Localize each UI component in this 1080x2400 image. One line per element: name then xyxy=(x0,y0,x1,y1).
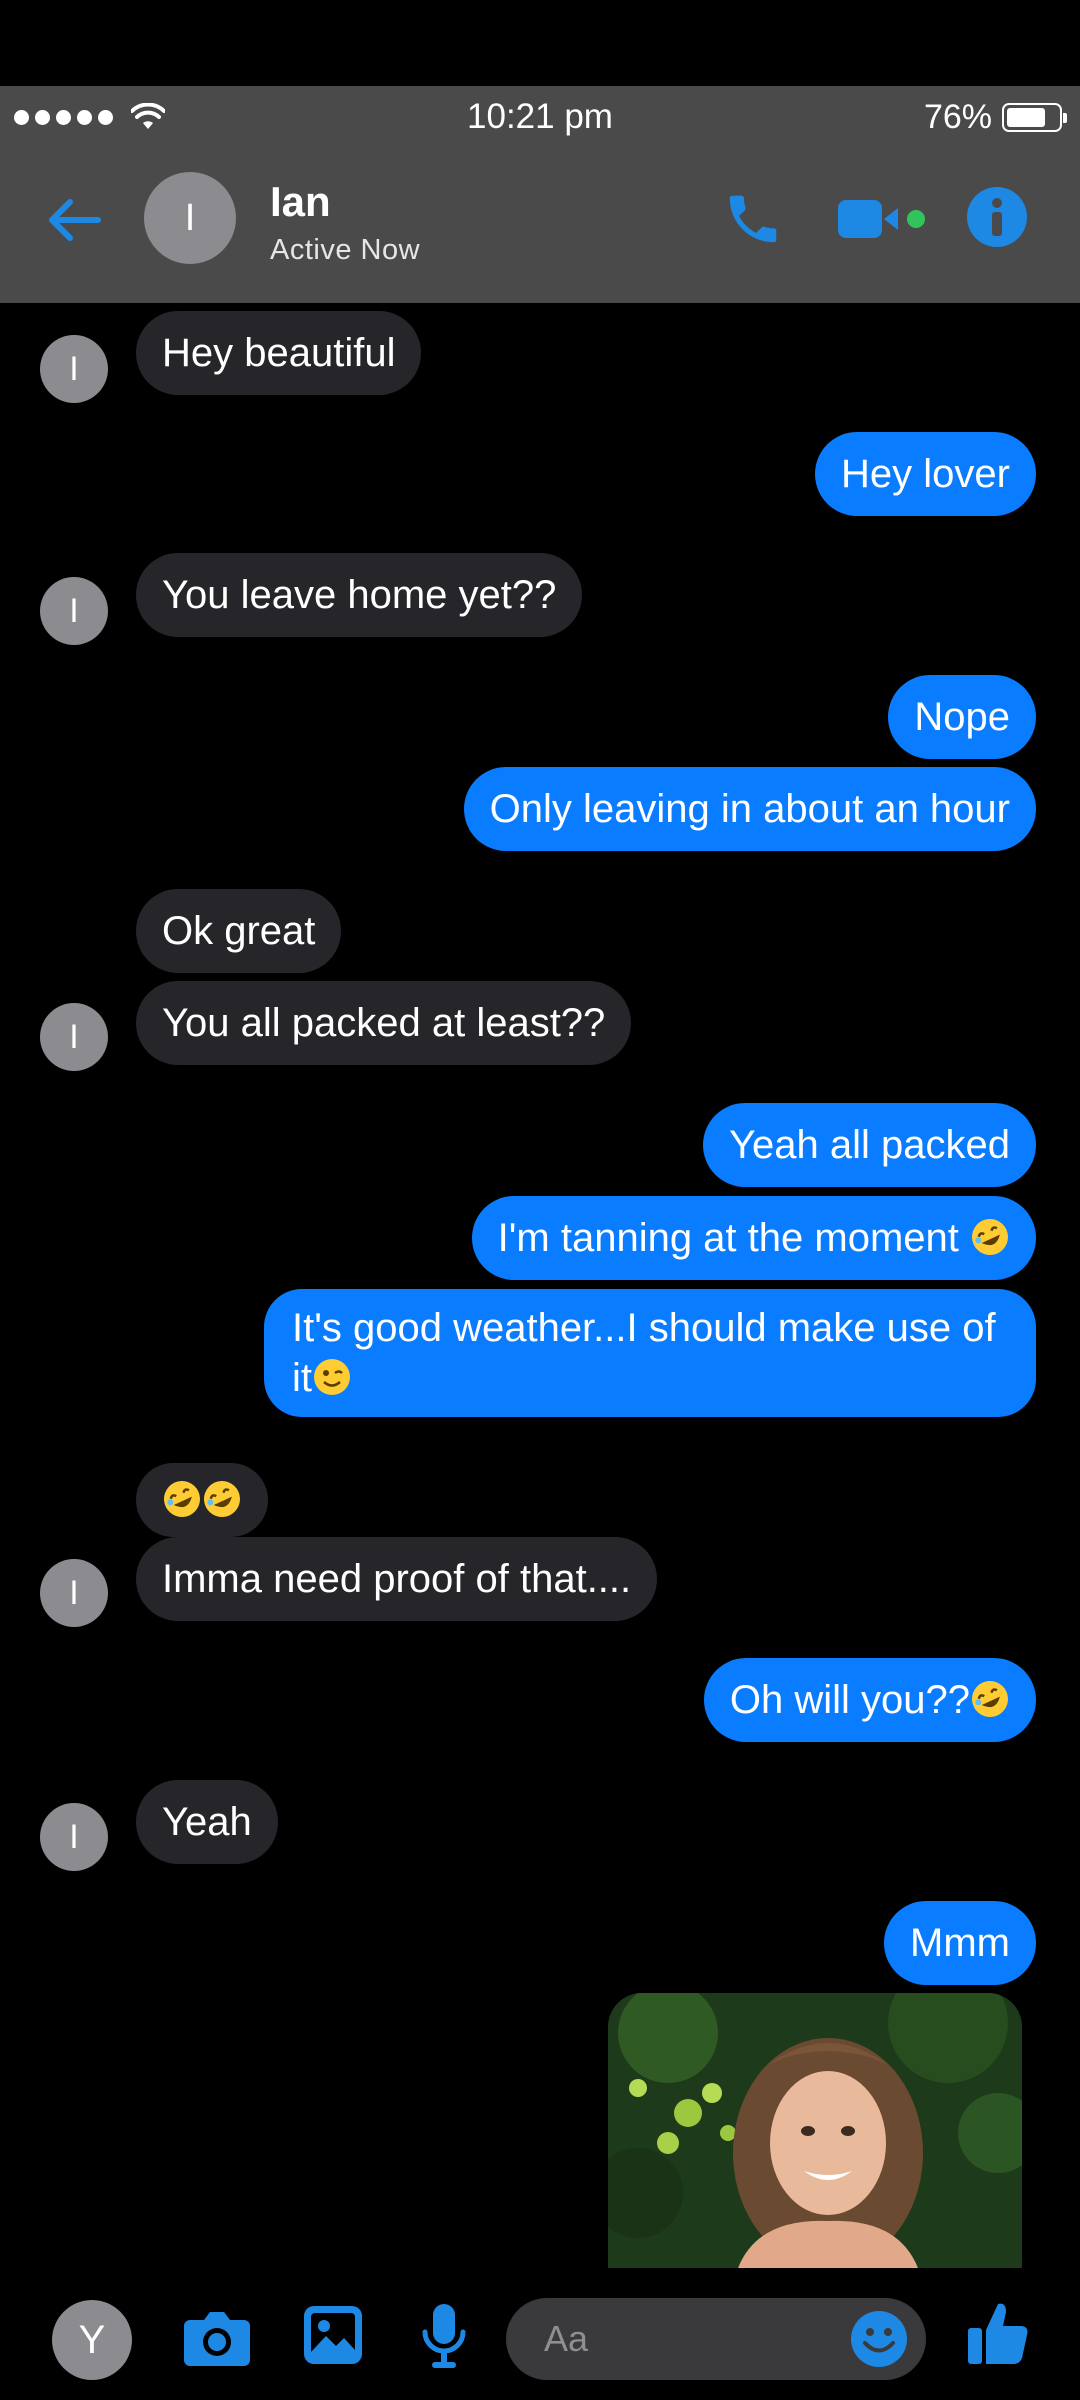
gallery-icon[interactable] xyxy=(302,2304,364,2366)
outgoing-message[interactable]: Yeah all packed xyxy=(703,1103,1036,1187)
back-arrow-icon[interactable] xyxy=(42,188,106,252)
camera-icon[interactable] xyxy=(182,2308,252,2368)
incoming-message[interactable]: Ok great xyxy=(136,889,342,973)
message-bubble[interactable]: Mmm xyxy=(884,1901,1036,1985)
message-bubble[interactable] xyxy=(136,1463,268,1537)
sender-avatar[interactable]: I xyxy=(40,1803,108,1871)
message-list[interactable]: I Hey beautiful Hey lover I You leave ho… xyxy=(0,303,1080,2268)
message-bubble[interactable]: Nope xyxy=(888,675,1036,759)
incoming-message[interactable]: Yeah xyxy=(136,1780,278,1864)
shared-photo xyxy=(608,1993,1022,2268)
incoming-message[interactable]: You leave home yet?? xyxy=(136,553,583,637)
message-bubble[interactable]: Yeah all packed xyxy=(703,1103,1036,1187)
outgoing-message[interactable]: I'm tanning at the moment xyxy=(471,1196,1036,1280)
message-bubble[interactable]: Imma need proof of that.... xyxy=(136,1537,658,1621)
incoming-message[interactable]: Imma need proof of that.... xyxy=(136,1537,658,1621)
message-text: Oh will you?? xyxy=(729,1678,970,1722)
incoming-message[interactable]: You all packed at least?? xyxy=(136,981,632,1065)
sender-avatar[interactable]: I xyxy=(40,1559,108,1627)
incoming-message[interactable] xyxy=(136,1463,268,1537)
message-bubble[interactable]: Yeah xyxy=(136,1780,278,1864)
message-text: I'm tanning at the moment xyxy=(497,1216,959,1260)
message-input-placeholder: Aa xyxy=(544,2318,589,2359)
message-bubble[interactable]: Hey lover xyxy=(815,432,1036,516)
status-bar: 10:21 pm 76% xyxy=(0,86,1080,148)
outgoing-message[interactable]: Hey lover xyxy=(815,432,1036,516)
rofl-emoji-icon xyxy=(204,1481,240,1517)
conversation-header: I Ian Active Now xyxy=(0,148,1080,303)
top-black-strip xyxy=(0,0,1080,86)
sender-avatar[interactable]: I xyxy=(40,577,108,645)
composer-bar: Y Aa xyxy=(0,2268,1080,2400)
thumbs-up-icon[interactable] xyxy=(966,2300,1030,2368)
message-bubble[interactable]: It's good weather...I should make use of… xyxy=(264,1289,1036,1417)
message-bubble[interactable]: You all packed at least?? xyxy=(136,981,632,1065)
rofl-emoji-icon xyxy=(972,1681,1008,1717)
message-input[interactable]: Aa xyxy=(506,2298,926,2380)
message-bubble[interactable]: You leave home yet?? xyxy=(136,553,583,637)
outgoing-message[interactable]: Mmm xyxy=(884,1901,1036,1985)
wink-emoji-icon xyxy=(314,1359,350,1395)
phone-call-icon[interactable] xyxy=(722,188,784,250)
message-bubble[interactable]: Oh will you?? xyxy=(703,1658,1036,1742)
info-icon[interactable] xyxy=(966,186,1028,248)
message-text-line-1: It's good weather...I should make use of xyxy=(292,1306,996,1350)
battery-icon xyxy=(1002,102,1067,132)
photo-message[interactable] xyxy=(608,1993,1022,2293)
microphone-icon[interactable] xyxy=(420,2302,468,2372)
outgoing-message[interactable]: Nope xyxy=(888,675,1036,759)
clock: 10:21 pm xyxy=(467,97,613,136)
emoji-smiley-icon[interactable] xyxy=(850,2310,908,2368)
contact-status: Active Now xyxy=(270,234,421,266)
outgoing-message[interactable]: Oh will you?? xyxy=(703,1658,1036,1742)
message-bubble[interactable]: Only leaving in about an hour xyxy=(463,767,1036,851)
outgoing-message[interactable]: It's good weather...I should make use of… xyxy=(264,1289,1036,1417)
message-bubble[interactable]: I'm tanning at the moment xyxy=(471,1196,1036,1280)
incoming-message[interactable]: Hey beautiful xyxy=(136,311,422,395)
rofl-emoji-icon xyxy=(972,1219,1008,1255)
sender-avatar[interactable]: I xyxy=(40,335,108,403)
message-bubble[interactable]: Ok great xyxy=(136,889,342,973)
rofl-emoji-icon xyxy=(164,1481,200,1517)
contact-avatar[interactable]: I xyxy=(144,172,236,264)
my-avatar[interactable]: Y xyxy=(52,2300,132,2380)
video-call-icon[interactable] xyxy=(838,196,930,242)
sender-avatar[interactable]: I xyxy=(40,1003,108,1071)
contact-name[interactable]: Ian xyxy=(270,178,331,226)
message-text-line-2: it xyxy=(292,1356,312,1400)
message-bubble[interactable]: Hey beautiful xyxy=(136,311,422,395)
outgoing-message[interactable]: Only leaving in about an hour xyxy=(463,767,1036,851)
